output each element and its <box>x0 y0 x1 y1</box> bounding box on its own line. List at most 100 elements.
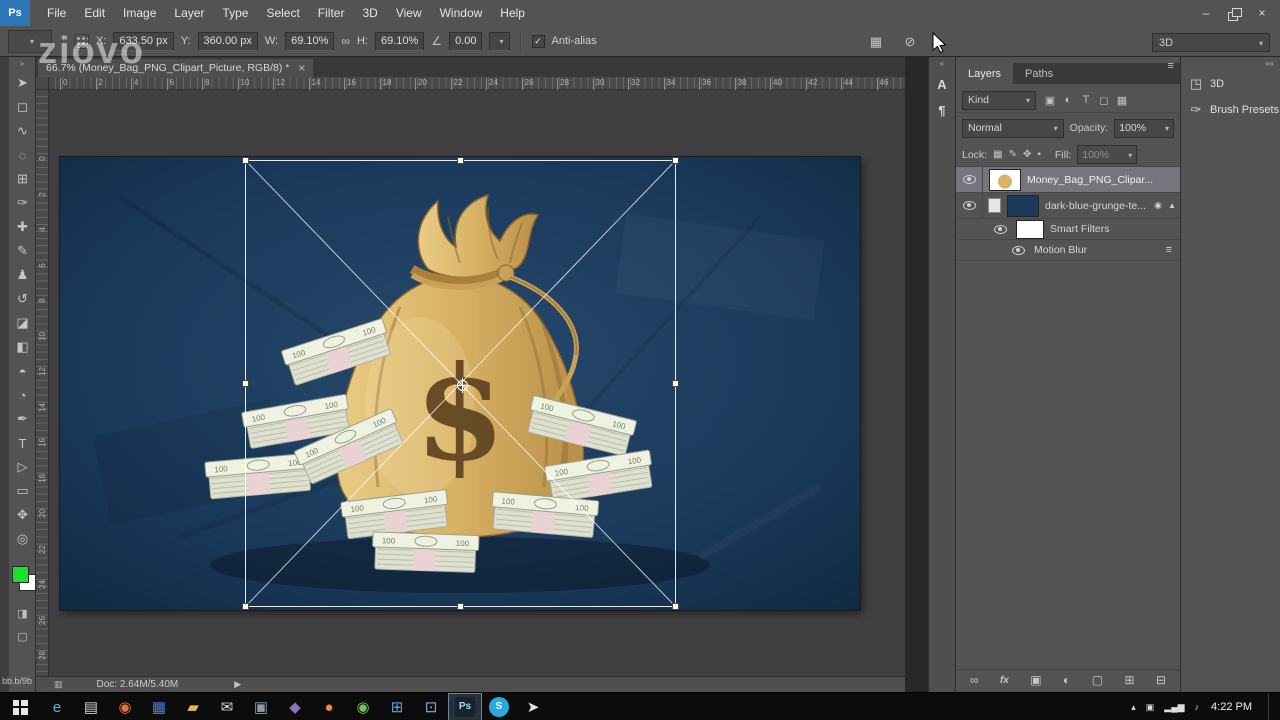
fill-field[interactable]: 100% <box>1077 145 1138 164</box>
toolbar-collapse-icon[interactable]: » <box>9 57 35 71</box>
filter-blending-options-icon[interactable]: ≡ <box>1166 244 1172 256</box>
marquee-tool[interactable]: ◻ <box>9 95 36 119</box>
y-position-field[interactable]: 360.00 px <box>197 31 258 51</box>
transform-reference-point[interactable] <box>455 378 470 393</box>
collapse-smart-filters-icon[interactable]: ▲ <box>1168 201 1176 210</box>
show-desktop-button[interactable] <box>1268 693 1274 720</box>
visibility-toggle[interactable] <box>1008 240 1028 260</box>
layer-row-background-texture[interactable]: dark-blue-grunge-te... ◉ ▲ <box>956 193 1180 219</box>
eraser-tool[interactable]: ◪ <box>9 311 36 335</box>
taskbar-app-gray[interactable]: ▣ <box>244 693 278 720</box>
smart-filters-row[interactable]: Smart Filters <box>956 219 1180 240</box>
taskbar-app-blue[interactable]: ▦ <box>142 693 176 720</box>
add-layer-mask-icon[interactable]: ▣ <box>1030 673 1041 687</box>
zoom-tool[interactable]: ◎ <box>9 527 36 551</box>
tray-status-icon[interactable]: ▣ <box>1146 702 1155 713</box>
menu-file[interactable]: File <box>38 0 75 26</box>
layer-row-money-bag[interactable]: Money_Bag_PNG_Clipar... <box>956 167 1180 193</box>
layer-name[interactable]: dark-blue-grunge-te... <box>1045 200 1146 212</box>
rotation-field[interactable]: 0.00 <box>449 31 483 51</box>
transform-handle-top-left[interactable] <box>242 157 249 164</box>
start-button[interactable] <box>0 693 40 720</box>
taskbar-media-player[interactable]: ◉ <box>108 693 142 720</box>
lock-transparency-icon[interactable]: ▦ <box>993 149 1002 160</box>
visibility-toggle[interactable] <box>990 219 1010 239</box>
panel-brush-presets[interactable]: ✑ Brush Presets <box>1181 97 1280 123</box>
transform-handle-bottom-left[interactable] <box>242 603 249 610</box>
quick-mask-button[interactable]: ◨ <box>9 602 36 624</box>
menu-edit[interactable]: Edit <box>75 0 114 26</box>
taskbar-explorer[interactable]: ▤ <box>74 693 108 720</box>
anti-alias-checkbox[interactable] <box>531 34 545 48</box>
minimize-button[interactable]: – <box>1192 2 1220 24</box>
cancel-transform-button[interactable] <box>898 33 922 51</box>
delete-layer-icon[interactable]: ⊟ <box>1156 673 1166 687</box>
blend-mode-dropdown[interactable]: Normal <box>962 118 1064 138</box>
type-tool[interactable]: T <box>9 431 36 455</box>
close-button[interactable]: × <box>1248 2 1276 24</box>
filter-pixel-layers-icon[interactable]: ▣ <box>1043 94 1057 107</box>
shape-tool[interactable]: ▭ <box>9 479 36 503</box>
transform-handle-bottom-center[interactable] <box>457 603 464 610</box>
taskbar-ie[interactable]: e <box>40 693 74 720</box>
opacity-field[interactable]: 100% <box>1114 118 1174 138</box>
strip-collapse-icon[interactable]: « <box>929 57 955 71</box>
character-panel-icon[interactable]: A <box>929 71 955 97</box>
menu-3d[interactable]: 3D <box>353 0 386 26</box>
filter-adjustment-layers-icon[interactable]: ◐ <box>1061 94 1075 107</box>
lock-position-icon[interactable]: ✥ <box>1023 149 1031 160</box>
lock-all-icon[interactable]: ▪ <box>1037 149 1041 160</box>
gradient-tool[interactable]: ◧ <box>9 335 36 359</box>
paragraph-panel-icon[interactable]: ¶ <box>929 97 955 123</box>
foreground-color-swatch[interactable] <box>12 566 29 583</box>
new-layer-icon[interactable]: ⊞ <box>1124 673 1134 687</box>
move-tool[interactable]: ➤ <box>9 71 36 95</box>
menu-window[interactable]: Window <box>431 0 492 26</box>
canvas-viewport[interactable]: 100 100 <box>49 90 905 676</box>
healing-brush-tool[interactable]: ✚ <box>9 215 36 239</box>
close-tab-icon[interactable]: × <box>298 61 305 75</box>
height-field[interactable]: 69.10% <box>374 31 425 51</box>
menu-help[interactable]: Help <box>491 0 534 26</box>
taskbar-clock[interactable]: 4:22 PM <box>1211 701 1252 713</box>
pen-tool[interactable]: ✒ <box>9 407 36 431</box>
panel-menu-icon[interactable]: ≡ <box>1168 60 1174 72</box>
link-layers-icon[interactable]: ∞ <box>970 673 979 687</box>
taskbar-pointer[interactable]: ➤ <box>516 693 550 720</box>
clone-stamp-tool[interactable]: ♟ <box>9 263 36 287</box>
transform-handle-bottom-right[interactable] <box>672 603 679 610</box>
dock-collapse-icon[interactable]: «« <box>1181 57 1280 71</box>
visibility-toggle[interactable] <box>956 193 983 218</box>
taskbar-mail[interactable]: ✉ <box>210 693 244 720</box>
menu-type[interactable]: Type <box>213 0 257 26</box>
layer-thumbnail[interactable] <box>989 168 1021 191</box>
history-brush-tool[interactable]: ↺ <box>9 287 36 311</box>
maintain-aspect-ratio-icon[interactable] <box>341 32 350 50</box>
transform-handle-middle-right[interactable] <box>672 380 679 387</box>
motion-blur-row[interactable]: Motion Blur ≡ <box>956 240 1180 261</box>
layer-style-icon[interactable]: fx <box>1000 675 1009 686</box>
taskbar-app-violet[interactable]: ◆ <box>278 693 312 720</box>
menu-image[interactable]: Image <box>114 0 165 26</box>
blur-tool[interactable]: ◓ <box>9 359 36 383</box>
eyedropper-tool[interactable]: ✑ <box>9 191 36 215</box>
menu-layer[interactable]: Layer <box>165 0 213 26</box>
hand-tool[interactable]: ✥ <box>9 503 36 527</box>
brush-tool[interactable]: ✎ <box>9 239 36 263</box>
restore-button[interactable] <box>1220 2 1248 24</box>
width-field[interactable]: 69.10% <box>285 31 335 51</box>
transform-handle-top-center[interactable] <box>457 157 464 164</box>
transform-handle-top-right[interactable] <box>672 157 679 164</box>
menu-filter[interactable]: Filter <box>309 0 354 26</box>
workspace-switcher[interactable]: 3D <box>1152 33 1270 52</box>
filter-type-layers-icon[interactable]: T <box>1079 94 1093 107</box>
crop-tool[interactable]: ⊞ <box>9 167 36 191</box>
lasso-tool[interactable]: ∿ <box>9 119 36 143</box>
filter-smart-objects-icon[interactable]: ▦ <box>1115 94 1129 107</box>
taskbar-folder[interactable]: ▰ <box>176 693 210 720</box>
visibility-toggle[interactable] <box>956 167 983 192</box>
tray-expand-icon[interactable]: ▴ <box>1131 702 1136 713</box>
path-selection-tool[interactable]: ▷ <box>9 455 36 479</box>
filter-shape-layers-icon[interactable]: ◻ <box>1097 94 1111 107</box>
filter-mask-thumbnail[interactable] <box>1016 219 1044 239</box>
